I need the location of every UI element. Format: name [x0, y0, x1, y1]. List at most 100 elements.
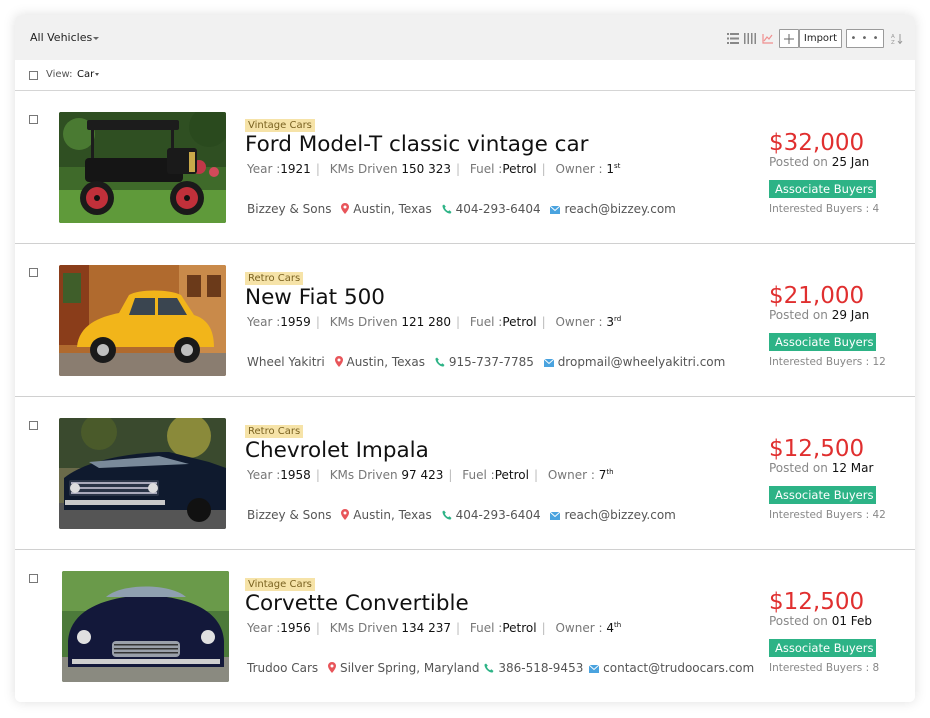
fuel-value: Petrol [502, 315, 537, 329]
email-icon [550, 206, 561, 214]
vehicle-specs: Year :1921 | KMs Driven 150 323 | Fuel :Pe… [247, 162, 621, 176]
email-address[interactable]: reach@bizzey.com [564, 508, 675, 522]
list-item[interactable]: Retro Cars Chevrolet Impala Year :1958 | … [15, 398, 915, 550]
vehicle-thumbnail[interactable] [62, 571, 229, 682]
fuel-label: Fuel : [469, 621, 503, 635]
email-address[interactable]: reach@bizzey.com [564, 202, 675, 216]
interested-buyers-count: Interested Buyers : 42 [769, 509, 886, 521]
vehicle-title[interactable]: Corvette Convertible [245, 591, 469, 616]
phone-number[interactable]: 915-737-7785 [449, 355, 534, 369]
posted-label: Posted on [769, 308, 828, 322]
email-address[interactable]: contact@trudoocars.com [603, 661, 754, 675]
view-bar: View: Car [15, 60, 915, 91]
posted-date-value: 01 Feb [831, 614, 873, 628]
year-value: 1956 [280, 621, 311, 635]
map-view-icon[interactable] [762, 33, 774, 44]
phone-number[interactable]: 404-293-6404 [456, 508, 541, 522]
vehicle-title[interactable]: Ford Model-T classic vintage car [245, 132, 588, 157]
vehicle-title[interactable]: Chevrolet Impala [245, 438, 429, 463]
location-icon [334, 356, 343, 367]
import-button[interactable]: Import [799, 29, 842, 48]
view-select[interactable]: Car [77, 69, 100, 80]
location-icon [327, 662, 336, 673]
phone-icon [435, 357, 445, 367]
kms-label: KMs Driven [329, 621, 398, 635]
select-all-checkbox[interactable] [29, 71, 38, 80]
dealer-name[interactable]: Trudoo Cars [247, 661, 318, 675]
year-label: Year : [247, 468, 281, 482]
email-icon [543, 359, 554, 367]
phone-icon [442, 510, 452, 520]
vehicle-title[interactable]: New Fiat 500 [245, 285, 385, 310]
kms-label: KMs Driven [329, 162, 398, 176]
location-icon [341, 203, 350, 214]
vehicle-specs: Year :1959 | KMs Driven 121 280 | Fuel :Pe… [247, 315, 622, 329]
dealer-name[interactable]: Bizzey & Sons [247, 202, 331, 216]
kms-value: 150 323 [401, 162, 452, 176]
owner-suffix: th [613, 621, 622, 629]
dealer-name[interactable]: Bizzey & Sons [247, 508, 331, 522]
dealer-contacts: Bizzey & Sons Austin, Texas 404-293-6404… [247, 202, 682, 216]
posted-date-value: 29 Jan [831, 308, 870, 322]
ford-model-t-image [59, 112, 226, 223]
owner-label: Owner : [555, 315, 603, 329]
vehicle-price: $12,500 [769, 589, 865, 615]
grid-view-icon[interactable] [744, 33, 756, 44]
year-value: 1959 [280, 315, 311, 329]
vehicle-thumbnail[interactable] [59, 265, 226, 376]
more-options-button[interactable]: • • • [846, 29, 884, 48]
phone-number[interactable]: 404-293-6404 [456, 202, 541, 216]
vehicle-specs: Year :1956 | KMs Driven 134 237 | Fuel :Pe… [247, 621, 622, 635]
vehicle-thumbnail[interactable] [59, 112, 226, 223]
page-title[interactable]: All Vehicles [30, 31, 100, 44]
vehicle-thumbnail[interactable] [59, 418, 226, 529]
row-checkbox[interactable] [29, 268, 38, 277]
associate-buyers-button[interactable]: Associate Buyers [769, 639, 876, 657]
posted-date: Posted on 01 Feb [769, 614, 872, 628]
year-value: 1958 [280, 468, 311, 482]
email-icon [550, 512, 561, 520]
dealer-contacts: Bizzey & Sons Austin, Texas 404-293-6404… [247, 508, 682, 522]
toolbar: All Vehicles Import • • • A Z [15, 15, 915, 60]
category-tag: Vintage Cars [245, 578, 315, 591]
kms-value: 97 423 [401, 468, 444, 482]
add-button[interactable] [779, 29, 799, 48]
location-icon [341, 509, 350, 520]
owner-suffix: rd [613, 315, 622, 323]
fuel-value: Petrol [502, 162, 537, 176]
row-checkbox[interactable] [29, 574, 38, 583]
row-checkbox[interactable] [29, 115, 38, 124]
interested-buyers-count: Interested Buyers : 8 [769, 662, 880, 674]
phone-icon [442, 204, 452, 214]
location-text: Austin, Texas [346, 355, 426, 369]
associate-buyers-button[interactable]: Associate Buyers [769, 486, 876, 504]
associate-buyers-button[interactable]: Associate Buyers [769, 180, 876, 198]
svg-text:Z: Z [891, 40, 895, 44]
phone-number[interactable]: 386-518-9453 [498, 661, 583, 675]
owner-value: 1 [606, 162, 614, 176]
posted-date-value: 12 Mar [831, 461, 874, 475]
posted-date: Posted on 12 Mar [769, 461, 873, 475]
email-address[interactable]: dropmail@wheelyakitri.com [558, 355, 726, 369]
fuel-value: Petrol [502, 621, 537, 635]
email-icon [589, 665, 600, 673]
year-label: Year : [247, 315, 281, 329]
vehicle-price: $12,500 [769, 436, 865, 462]
list-item[interactable]: Vintage Cars Corvette Convertible Year :… [15, 551, 915, 702]
posted-label: Posted on [769, 614, 828, 628]
list-item[interactable]: Vintage Cars Ford Model-T classic vintag… [15, 92, 915, 244]
sort-icon[interactable]: A Z [891, 33, 903, 44]
chevrolet-impala-image [59, 418, 226, 529]
list-view-icon[interactable] [727, 33, 739, 44]
dealer-name[interactable]: Wheel Yakitri [247, 355, 325, 369]
year-value: 1921 [280, 162, 311, 176]
associate-buyers-button[interactable]: Associate Buyers [769, 333, 876, 351]
year-label: Year : [247, 621, 281, 635]
posted-date: Posted on 25 Jan [769, 155, 869, 169]
owner-value: 3 [606, 315, 614, 329]
fiat-500-image [59, 265, 226, 376]
row-checkbox[interactable] [29, 421, 38, 430]
list-item[interactable]: Retro Cars New Fiat 500 Year :1959 | KMs … [15, 245, 915, 397]
posted-label: Posted on [769, 461, 828, 475]
corvette-convertible-image [62, 571, 229, 682]
